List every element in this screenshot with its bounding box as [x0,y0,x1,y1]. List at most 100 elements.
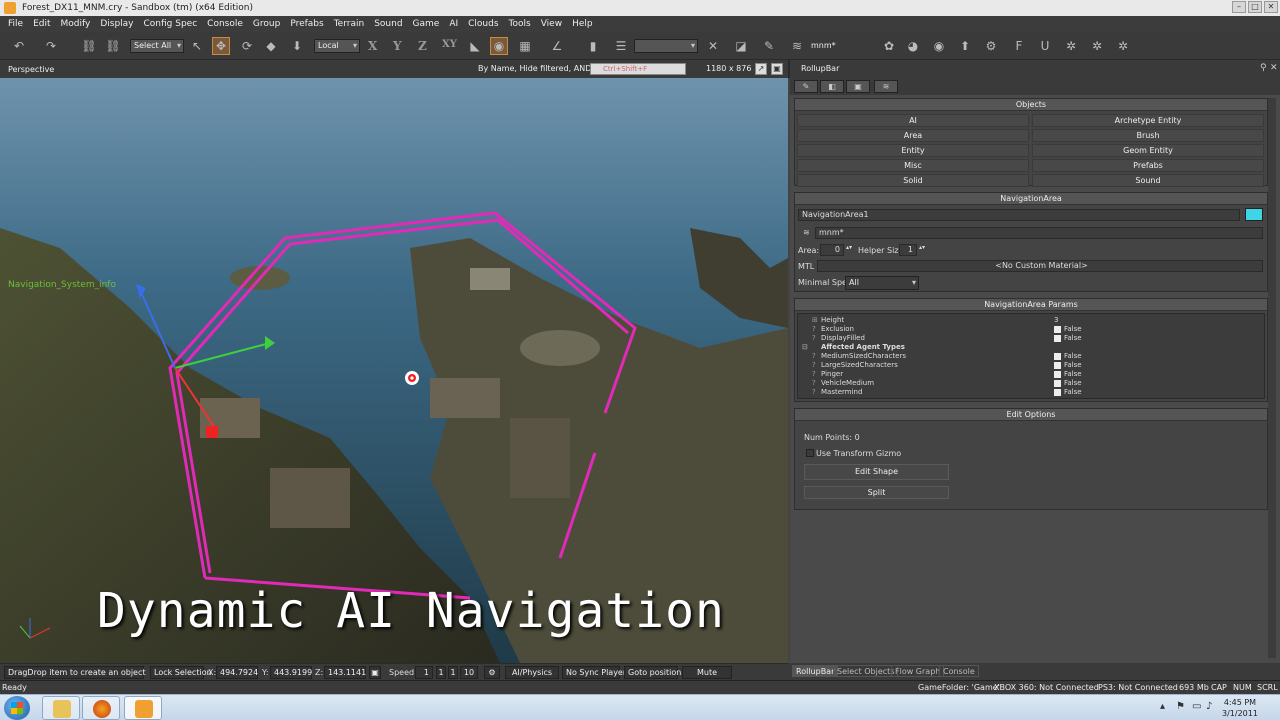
agent-checkbox[interactable] [1054,380,1061,387]
close-button[interactable]: ✕ [1264,1,1278,13]
align-to-terrain-icon[interactable]: ⬇ [288,37,306,55]
link-icon[interactable]: ⛓ [80,37,98,55]
menu-tools[interactable]: Tools [509,19,531,29]
remove-layer-icon[interactable]: ✕ [704,37,722,55]
object-area-button[interactable]: Area [797,129,1029,142]
property-row-agent[interactable]: ? VehicleMedium False [800,379,1268,388]
character-editor-icon[interactable]: ◉ [930,37,948,55]
select-arrow-icon[interactable]: ↖ [188,37,206,55]
agent-checkbox[interactable] [1054,389,1061,396]
property-category-agent-types[interactable]: ⊟ Affected Agent Types [800,343,1268,352]
tab-flow-graph[interactable]: Flow Graph [891,665,945,677]
split-button[interactable]: Split [804,486,949,499]
navigation-area-header[interactable]: NavigationArea [795,193,1267,205]
area-spinner[interactable]: ▴▾ [846,244,852,251]
speed-opt-2[interactable]: 1 [448,666,458,679]
flowgraph-icon[interactable]: F [1010,37,1028,55]
axis-x-button[interactable]: X [368,39,377,53]
object-geom-entity-button[interactable]: Geom Entity [1032,144,1264,157]
helper-size-spinner[interactable]: ▴▾ [919,244,925,251]
object-ai-button[interactable]: AI [797,114,1029,127]
object-layer-field[interactable]: mnm* [815,227,1263,239]
lock-selection-button[interactable]: Lock Selection [150,666,212,679]
menu-prefabs[interactable]: Prefabs [290,19,323,29]
agent-checkbox[interactable] [1054,371,1061,378]
axis-y-button[interactable]: Y [393,39,402,53]
database-view-icon[interactable]: ⬆ [956,37,974,55]
menu-help[interactable]: Help [572,19,593,29]
exclusion-checkbox[interactable] [1054,326,1061,333]
property-row-agent[interactable]: ? MediumSizedCharacters False [800,352,1268,361]
no-sync-player-button[interactable]: No Sync Player [562,666,626,679]
speed-opt-1[interactable]: 1 [436,666,446,679]
property-row-exclusion[interactable]: ? Exclusion False [800,325,1268,334]
terrain-collision-icon[interactable]: ⚙ [484,666,500,679]
object-archetype-entity-button[interactable]: Archetype Entity [1032,114,1264,127]
taskbar-firefox[interactable] [82,696,120,720]
menu-clouds[interactable]: Clouds [468,19,498,29]
create-tab-icon[interactable]: ✎ [794,80,818,93]
viewport-title[interactable]: Perspective [8,65,54,74]
menu-terrain[interactable]: Terrain [334,19,364,29]
tray-network-icon[interactable]: ▭ [1192,701,1201,712]
display-tab-icon[interactable]: ▣ [846,80,870,93]
redo-icon[interactable]: ↷ [42,37,60,55]
physics-icon[interactable]: ✲ [1114,37,1132,55]
property-row-agent[interactable]: ? Mastermind False [800,388,1268,397]
terrain-editor-icon[interactable]: ✲ [1062,37,1080,55]
layer-manager-icon[interactable]: ☰ [612,37,630,55]
x-coordinate-input[interactable]: 494.7924 [216,666,258,679]
edit-shape-button[interactable]: Edit Shape [804,464,949,480]
layer-dropdown[interactable] [634,39,698,53]
mute-button[interactable]: Mute [682,666,732,679]
menu-config-spec[interactable]: Config Spec [144,19,198,29]
tray-volume-icon[interactable]: ♪ [1206,701,1212,712]
ui-editor-icon[interactable]: U [1036,37,1054,55]
object-brush-button[interactable]: Brush [1032,129,1264,142]
agent-checkbox[interactable] [1054,362,1061,369]
coord-system-dropdown[interactable]: Local [314,39,360,53]
axis-xy-button[interactable]: XY [442,39,457,50]
modify-tab-icon[interactable]: ◧ [820,80,844,93]
property-row-agent[interactable]: ? LargeSizedCharacters False [800,361,1268,370]
menu-sound[interactable]: Sound [374,19,402,29]
tab-console[interactable]: Console [939,665,979,677]
helper-size-input[interactable]: 1 [899,244,917,256]
minimize-button[interactable]: – [1232,1,1246,13]
agent-checkbox[interactable] [1054,353,1061,360]
viewport-maximize-icon[interactable]: ▣ [771,63,783,75]
menu-game[interactable]: Game [413,19,440,29]
selection-filter-dropdown[interactable]: Select All [130,39,184,53]
material-editor-icon[interactable]: ◕ [904,37,922,55]
tray-flag-icon[interactable]: ⚑ [1176,701,1185,712]
viewport-search-input[interactable]: Ctrl+Shift+F [590,63,686,75]
taskbar-sandbox[interactable] [124,696,162,720]
rollup-close-icon[interactable]: ✕ [1270,63,1278,73]
object-prefabs-button[interactable]: Prefabs [1032,159,1264,172]
property-row-height[interactable]: ⊞ Height 3 [800,316,1268,325]
grid-snap-icon[interactable]: ▦ [516,37,534,55]
tab-rollupbar[interactable]: RollupBar [792,665,839,677]
object-misc-button[interactable]: Misc [797,159,1029,172]
tab-select-objects[interactable]: Select Objects [833,665,899,677]
edit-options-header[interactable]: Edit Options [795,409,1267,421]
rotate-icon[interactable]: ⟳ [238,37,256,55]
speed-opt-10[interactable]: 10 [460,666,478,679]
axis-z-button[interactable]: Z [418,39,427,53]
menu-group[interactable]: Group [253,19,280,29]
display-filled-checkbox[interactable] [1054,335,1061,342]
scale-icon[interactable]: ◆ [262,37,280,55]
particle-editor-icon[interactable]: ✲ [1088,37,1106,55]
perspective-viewport[interactable]: Navigation_System_info Dynamic AI Naviga… [0,78,788,663]
menu-file[interactable]: File [8,19,23,29]
pin-icon[interactable]: ⚲ [1260,63,1267,73]
start-button-icon[interactable] [4,696,30,720]
use-gizmo-checkbox[interactable] [806,449,814,457]
collapse-icon[interactable]: ⊟ [802,343,808,351]
taskbar-clock[interactable]: 4:45 PM 3/1/2011 [1222,697,1258,719]
goto-position-button[interactable]: Goto position [624,666,681,679]
camera-icon[interactable]: ◪ [732,37,750,55]
angle-snap-icon[interactable]: ∠ [548,37,566,55]
lock-coords-icon[interactable]: ▣ [369,666,381,679]
object-solid-button[interactable]: Solid [797,174,1029,187]
